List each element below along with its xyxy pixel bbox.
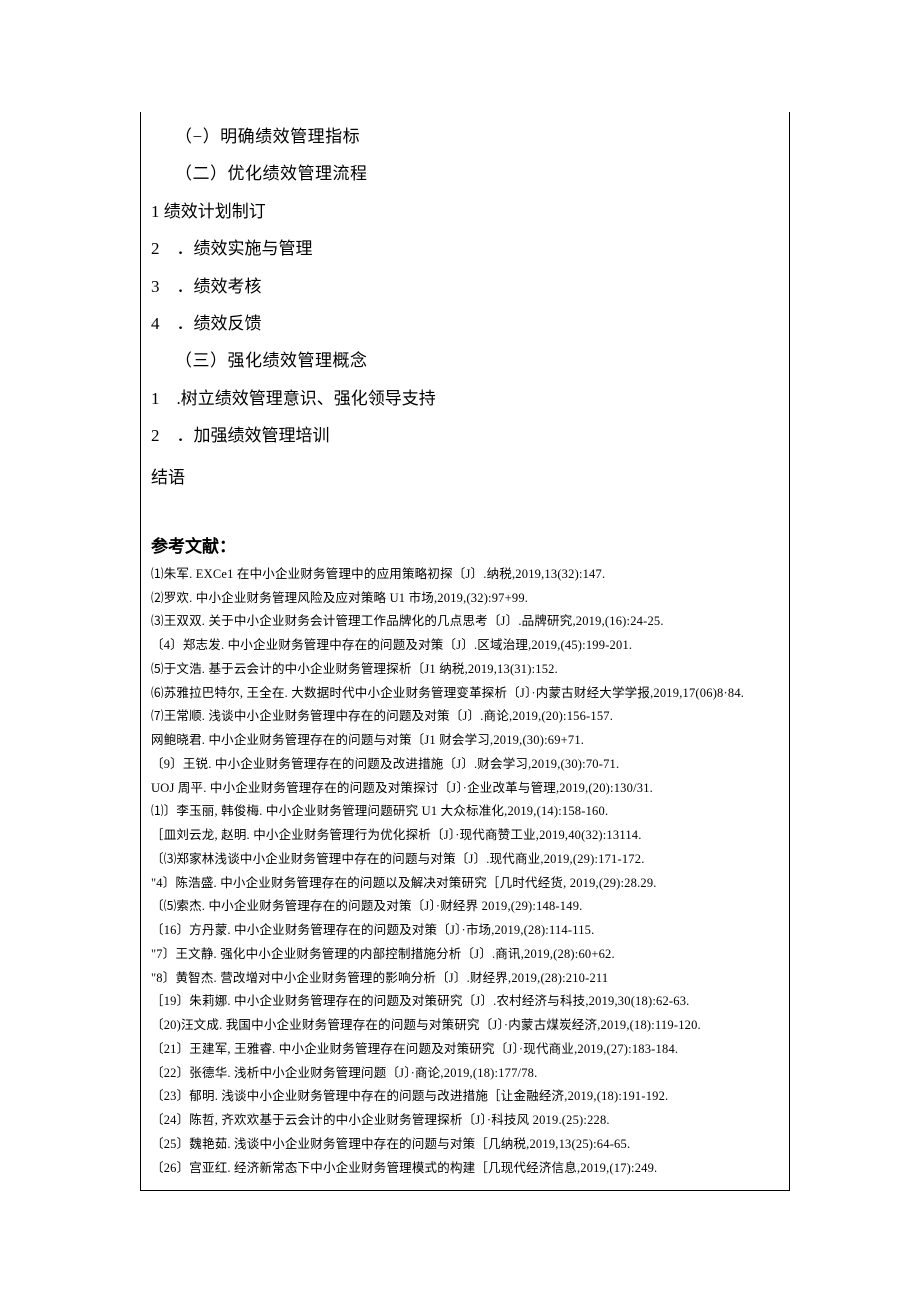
reference-item: 〔22〕张德华. 浅析中小企业财务管理问题〔J〕·商论,2019,(18):17… <box>151 1062 779 1086</box>
reference-item: 〔⑸索杰. 中小企业财务管理存在的问题及对策〔J〕·财经界 2019,(29):… <box>151 895 779 919</box>
references-list: ⑴朱军. EXCe1 在中小企业财务管理中的应用策略初探〔J〕.纳税,2019,… <box>151 563 779 1181</box>
outline-heading-1: （−）明确绩效管理指标 <box>151 118 779 155</box>
outline-section: （−）明确绩效管理指标 （二）优化绩效管理流程 1 绩效计划制订 2 ．绩效实施… <box>151 118 779 496</box>
reference-item: 〔4〕郑志发. 中小企业财务管理中存在的问题及对策〔J〕.区域治理,2019,(… <box>151 634 779 658</box>
outline-item-2-1: 1 绩效计划制订 <box>151 193 779 230</box>
reference-item: 〔16〕方丹蒙. 中小企业财务管理存在的问题及对策〔J〕·市场,2019,(28… <box>151 919 779 943</box>
outline-conclusion: 结语 <box>151 459 779 496</box>
outline-item-2-2: 2 ．绩效实施与管理 <box>151 230 779 267</box>
reference-item: "7〕王文静. 强化中小企业财务管理的内部控制措施分析〔J〕.商讯,2019,(… <box>151 943 779 967</box>
reference-item: 〔23〕郁明. 浅谈中小企业财务管理中存在的问题与改进措施［让金融经济,2019… <box>151 1085 779 1109</box>
outline-heading-2: （二）优化绩效管理流程 <box>151 155 779 192</box>
document-page: （−）明确绩效管理指标 （二）优化绩效管理流程 1 绩效计划制订 2 ．绩效实施… <box>0 0 920 1231</box>
reference-item: ［19〕朱莉娜. 中小企业财务管理存在的问题及对策研究〔J〕.农村经济与科技,2… <box>151 990 779 1014</box>
reference-item: ⑺王常顺. 浅谈中小企业财务管理中存在的问题及对策〔J〕.商论,2019,(20… <box>151 705 779 729</box>
references-heading: 参考文献： <box>151 532 779 557</box>
reference-item: 〔21〕王建军, 王雅睿. 中小企业财务管理存在问题及对策研究〔J〕·现代商业,… <box>151 1038 779 1062</box>
reference-item: "4〕陈浩盛. 中小企业财务管理存在的问题以及解决对策研究［几时代经货, 201… <box>151 872 779 896</box>
reference-item: UOJ 周平. 中小企业财务管理存在的问题及对策探讨〔J〕·企业改革与管理,20… <box>151 777 779 801</box>
reference-item: ⑶王双双. 关于中小企业财务会计管理工作品牌化的几点思考〔J〕.品牌研究,201… <box>151 610 779 634</box>
reference-item: 〔⑶郑家林浅谈中小企业财务管理中存在的问题与对策〔J〕.现代商业,2019,(2… <box>151 848 779 872</box>
reference-item: ⑴朱军. EXCe1 在中小企业财务管理中的应用策略初探〔J〕.纳税,2019,… <box>151 563 779 587</box>
reference-item: ⑹苏雅拉巴特尔, 王全在. 大数据时代中小企业财务管理变革探析〔J〕·内蒙古财经… <box>151 682 779 706</box>
outline-item-3-1: 1 .树立绩效管理意识、强化领导支持 <box>151 380 779 417</box>
reference-item: "8〕黄智杰. 营改增对中小企业财务管理的影响分析〔J〕.财经界,2019,(2… <box>151 967 779 991</box>
reference-item: ⑸于文浩. 基于云会计的中小企业财务管理探析〔J1 纳税,2019,13(31)… <box>151 658 779 682</box>
reference-item: ⑴〕李玉丽, 韩俊梅. 中小企业财务管理问题研究 U1 大众标准化,2019,(… <box>151 800 779 824</box>
outline-heading-3: （三）强化绩效管理概念 <box>151 342 779 379</box>
reference-item: 〔26〕宫亚红. 经济新常态下中小企业财务管理模式的构建［几现代经济信息,201… <box>151 1157 779 1181</box>
reference-item: ［皿刘云龙, 赵明. 中小企业财务管理行为优化探析〔J〕·现代商赞工业,2019… <box>151 824 779 848</box>
reference-item: 〔9〕王锐. 中小企业财务管理存在的问题及改进措施〔J〕.财会学习,2019,(… <box>151 753 779 777</box>
outline-item-2-4: 4 ．绩效反馈 <box>151 305 779 342</box>
reference-item: ⑵罗欢. 中小企业财务管理风险及应对策略 U1 市场,2019,(32):97+… <box>151 587 779 611</box>
outline-item-2-3: 3 ．绩效考核 <box>151 268 779 305</box>
outline-item-3-2: 2 ．加强绩效管理培训 <box>151 417 779 454</box>
reference-item: 网鲍晓君. 中小企业财务管理存在的问题与对策〔J1 财会学习,2019,(30)… <box>151 729 779 753</box>
reference-item: 〔20)汪文成. 我国中小企业财务管理存在的问题与对策研究〔J〕·内蒙古煤炭经济… <box>151 1014 779 1038</box>
content-box: （−）明确绩效管理指标 （二）优化绩效管理流程 1 绩效计划制订 2 ．绩效实施… <box>140 112 790 1191</box>
reference-item: 〔24〕陈哲, 齐欢欢基于云会计的中小企业财务管理探析〔J〕·科技风 2019.… <box>151 1109 779 1133</box>
reference-item: 〔25〕魏艳茹. 浅谈中小企业财务管理中存在的问题与对策［几纳税,2019,13… <box>151 1133 779 1157</box>
